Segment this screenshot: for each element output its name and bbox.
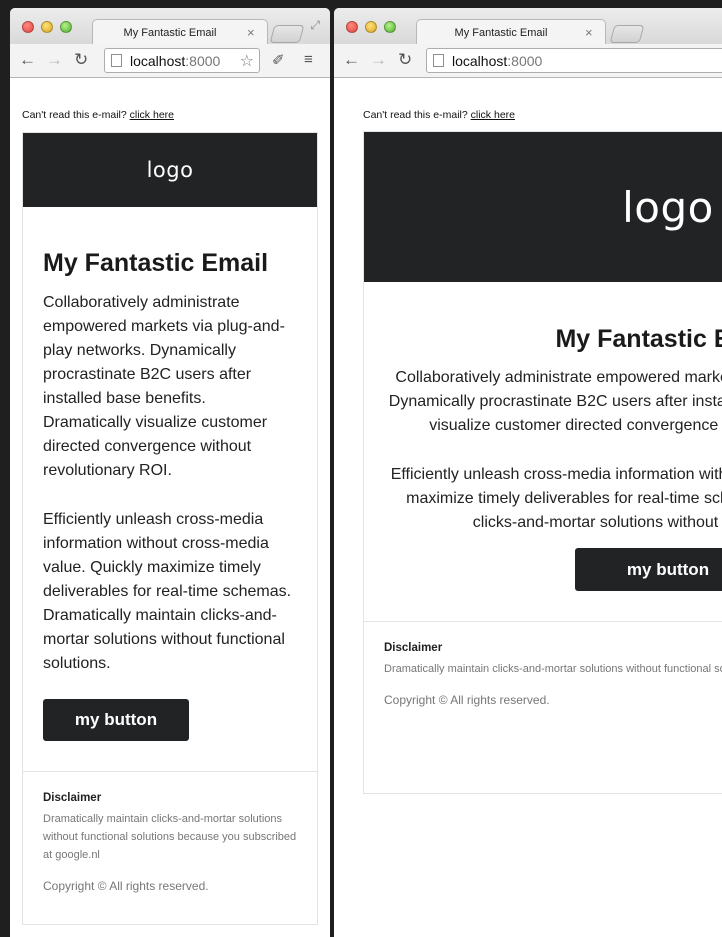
browser-window-wide: My Fantastic Email × ← → ↻ localhost:800… [334, 8, 722, 937]
email-body: My Fantastic Email Collaboratively admin… [364, 282, 722, 591]
email-paragraph-2: Efficiently unleash cross-media informat… [390, 466, 722, 531]
url-host: localhost [130, 52, 186, 69]
preheader-text: Can't read this e-mail? [22, 109, 127, 121]
minimize-window-button[interactable] [365, 21, 377, 33]
preheader: Can't read this e-mail? click here [22, 109, 174, 121]
browser-window-narrow: My Fantastic Email × ⤢ ← → ↻ localhost:8… [10, 8, 330, 937]
logo: logo [622, 182, 714, 232]
email-paragraph-1: Collaboratively administrate empowered m… [43, 294, 285, 479]
close-window-button[interactable] [346, 21, 358, 33]
disclaimer-heading: Disclaimer [43, 792, 102, 804]
browser-tab[interactable]: My Fantastic Email × [92, 19, 268, 45]
address-bar[interactable]: localhost:8000 ☆ [104, 48, 260, 73]
zoom-window-button[interactable] [384, 21, 396, 33]
forward-icon[interactable]: → [46, 50, 63, 70]
tab-close-icon[interactable]: × [247, 25, 261, 40]
back-icon[interactable]: ← [19, 50, 36, 70]
url-host: localhost [452, 52, 508, 69]
browser-toolbar: ← → ↻ localhost:8000 ☆ ✐ ≡ [10, 44, 330, 78]
email-card: logo My Fantastic Email Collaboratively … [363, 131, 722, 794]
browser-tab[interactable]: My Fantastic Email × [416, 19, 606, 45]
email-paragraph-1: Collaboratively administrate empowered m… [388, 369, 722, 434]
cta-button[interactable]: my button [575, 548, 722, 591]
email-title: My Fantastic Email [43, 249, 269, 277]
email-header: logo [23, 133, 317, 207]
email-title: My Fantastic Email [555, 325, 722, 353]
browser-toolbar: ← → ↻ localhost:8000 [334, 44, 722, 78]
email-header: logo [364, 132, 722, 282]
disclaimer-heading: Disclaimer [384, 642, 443, 654]
new-tab-button[interactable] [609, 25, 645, 43]
title-bar: My Fantastic Email × ⤢ [10, 8, 330, 45]
email-card: logo My Fantastic Email Collaboratively … [22, 132, 318, 925]
window-controls [22, 21, 72, 33]
cta-button[interactable]: my button [43, 699, 189, 741]
url-port: :8000 [507, 52, 543, 69]
disclaimer-text: Dramatically maintain clicks-and-mortar … [384, 663, 722, 675]
copyright: Copyright © All rights reserved. [43, 879, 209, 893]
title-bar: My Fantastic Email × [334, 8, 722, 45]
back-icon[interactable]: ← [343, 50, 360, 70]
email-footer: Disclaimer Dramatically maintain clicks-… [23, 771, 317, 893]
tab-title: My Fantastic Email [123, 26, 217, 39]
page-content: Can't read this e-mail? click here logo … [334, 78, 722, 937]
address-bar[interactable]: localhost:8000 [426, 48, 722, 73]
zoom-window-button[interactable] [60, 21, 72, 33]
bookmark-star-icon[interactable]: ☆ [240, 51, 254, 71]
fullscreen-icon[interactable]: ⤢ [310, 18, 320, 33]
email-footer: Disclaimer Dramatically maintain clicks-… [364, 621, 722, 707]
email-paragraph-2: Efficiently unleash cross-media informat… [43, 511, 292, 672]
extension-icon[interactable]: ✐ [272, 51, 285, 69]
new-tab-button[interactable] [269, 25, 305, 43]
preheader-text: Can't read this e-mail? [363, 109, 468, 121]
tab-title: My Fantastic Email [454, 26, 548, 39]
reload-icon[interactable]: ↻ [74, 50, 88, 70]
tab-close-icon[interactable]: × [585, 25, 599, 40]
page-icon [433, 54, 444, 67]
logo: logo [146, 158, 194, 182]
email-body: My Fantastic Email Collaboratively admin… [23, 207, 317, 741]
page-icon [111, 54, 122, 67]
preheader: Can't read this e-mail? click here [363, 109, 515, 121]
disclaimer-text: Dramatically maintain clicks-and-mortar … [43, 813, 297, 861]
forward-icon[interactable]: → [370, 50, 387, 70]
minimize-window-button[interactable] [41, 21, 53, 33]
menu-icon[interactable]: ≡ [304, 51, 313, 68]
url-port: :8000 [185, 52, 221, 69]
reload-icon[interactable]: ↻ [398, 50, 412, 70]
copyright: Copyright © All rights reserved. [384, 693, 550, 707]
close-window-button[interactable] [22, 21, 34, 33]
preheader-link[interactable]: click here [130, 109, 174, 121]
preheader-link[interactable]: click here [471, 109, 515, 121]
window-controls [346, 21, 396, 33]
page-content: Can't read this e-mail? click here logo … [10, 78, 330, 937]
